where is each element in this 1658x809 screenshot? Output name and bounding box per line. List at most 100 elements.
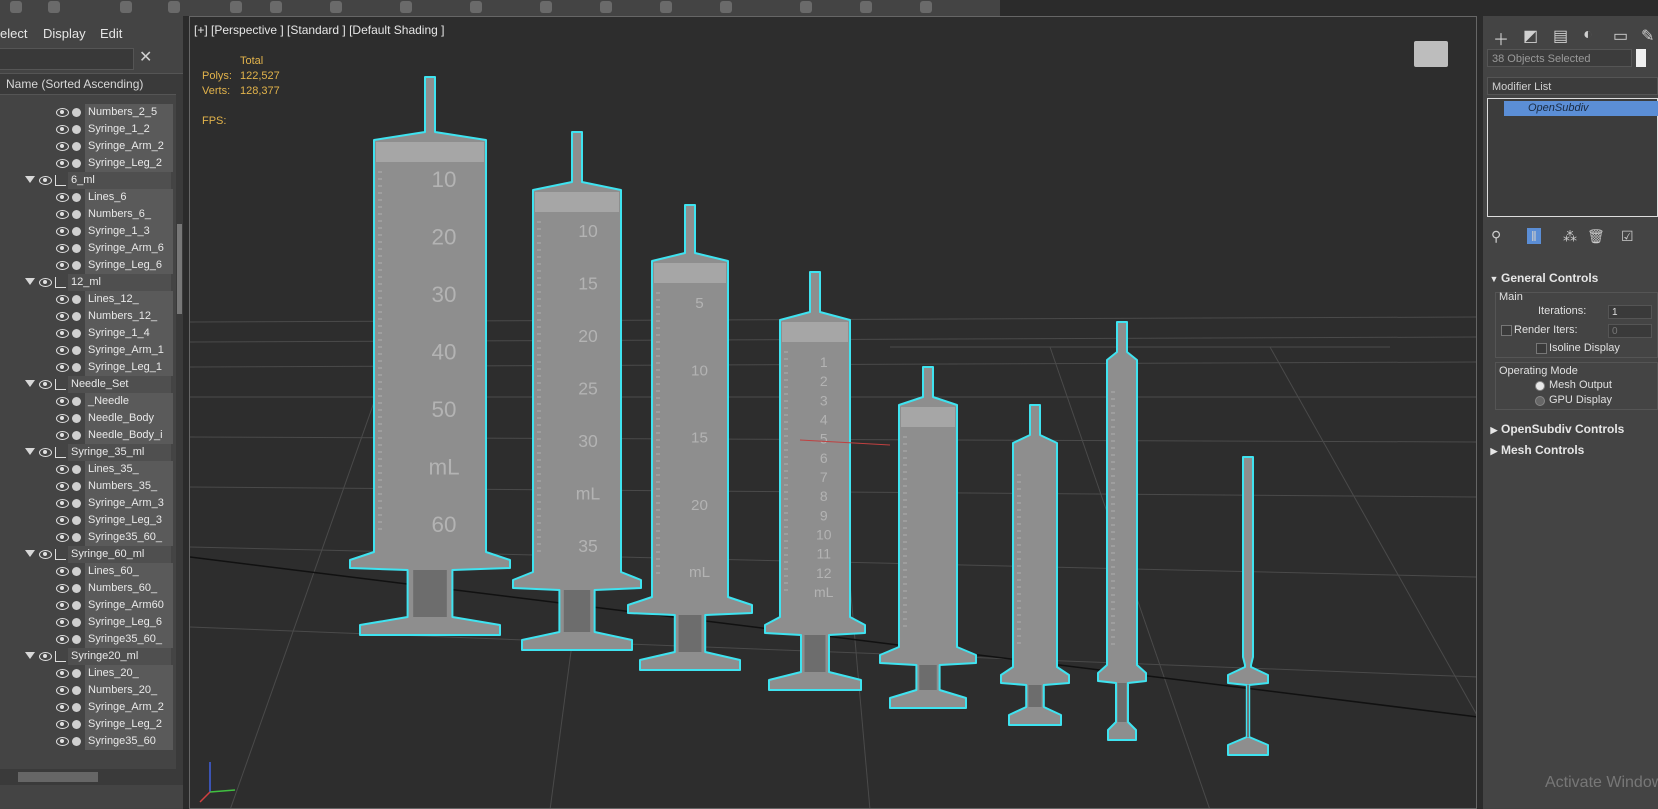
menu-display[interactable]: Display [43,26,86,41]
syringe-model[interactable] [1000,404,1070,726]
visibility-eye-icon[interactable] [56,686,69,695]
scrollbar-thumb[interactable] [177,224,182,314]
expand-triangle-icon[interactable] [25,652,35,659]
modify-tab-icon[interactable]: ◩ [1523,26,1538,46]
object-row[interactable]: Syringe_Leg_2 [0,716,176,734]
render-iters-spinner[interactable]: 0 [1608,324,1652,338]
object-row[interactable]: Needle_Body [0,410,176,428]
toolbar-icon[interactable] [400,1,412,13]
object-row[interactable]: Lines_12_ [0,291,176,309]
visibility-eye-icon[interactable] [56,414,69,423]
object-row[interactable]: Syringe35_60_ [0,529,176,547]
menu-edit[interactable]: Edit [100,26,122,41]
name-column-header[interactable]: Name (Sorted Ascending) [0,73,183,95]
motion-tab-icon[interactable]: ◐ [1583,26,1593,44]
expand-triangle-icon[interactable] [25,550,35,557]
visibility-eye-icon[interactable] [56,720,69,729]
toolbar-icon[interactable] [470,1,482,13]
visibility-eye-icon[interactable] [56,261,69,270]
object-row[interactable]: Syringe_Arm_1 [0,342,176,360]
scrollbar-thumb[interactable] [18,772,98,782]
visibility-eye-icon[interactable] [56,482,69,491]
visibility-eye-icon[interactable] [56,125,69,134]
hierarchy-tab-icon[interactable]: ▤ [1553,26,1568,46]
visibility-eye-icon[interactable] [56,516,69,525]
stack-item-opensubdiv[interactable]: OpenSubdiv [1504,101,1658,116]
object-row[interactable]: Numbers_60_ [0,580,176,598]
general-controls-rollout[interactable]: ▼ General Controls [1487,269,1658,287]
visibility-eye-icon[interactable] [56,363,69,372]
modifier-list-dropdown[interactable]: Modifier List [1487,77,1658,95]
syringe-model[interactable]: 123456789101112mL [764,271,866,691]
object-row[interactable]: Syringe_Arm60 [0,597,176,615]
gpu-display-radio[interactable] [1535,396,1545,406]
object-row[interactable]: Numbers_35_ [0,478,176,496]
object-row[interactable]: Lines_35_ [0,461,176,479]
object-row[interactable]: Syringe35_60 [0,733,176,751]
layer-row[interactable]: 6_ml [0,172,176,190]
object-row[interactable]: Numbers_2_5 [0,104,176,122]
object-row[interactable]: _Needle [0,393,176,411]
object-row[interactable]: Syringe_Leg_6 [0,614,176,632]
object-row[interactable]: Syringe_Arm_2 [0,138,176,156]
visibility-eye-icon[interactable] [56,227,69,236]
toolbar-icon[interactable] [120,1,132,13]
object-row[interactable]: Numbers_6_ [0,206,176,224]
visibility-eye-icon[interactable] [39,176,52,185]
expand-triangle-icon[interactable] [25,176,35,183]
object-row[interactable]: Syringe_Arm_2 [0,699,176,717]
visibility-eye-icon[interactable] [56,499,69,508]
explorer-horizontal-scrollbar[interactable] [0,769,183,785]
isoline-display-checkbox[interactable] [1536,343,1547,354]
viewcube-icon[interactable] [1414,41,1448,67]
layer-row[interactable]: Syringe_35_ml [0,444,176,462]
layer-row[interactable]: 12_ml [0,274,176,292]
perspective-viewport[interactable]: 10 20 30 40 50 mL 60 10 15 20 25 30 mL 35 5 10 15 20 mL 1 2 3… [189,16,1477,809]
toolbar-icon[interactable] [270,1,282,13]
toolbar-icon[interactable] [800,1,812,13]
visibility-eye-icon[interactable] [39,380,52,389]
layer-row[interactable]: Syringe_60_ml [0,546,176,564]
object-row[interactable]: Lines_60_ [0,563,176,581]
selection-name-field[interactable]: 38 Objects Selected [1487,49,1632,67]
visibility-eye-icon[interactable] [39,278,52,287]
delete-modifier-icon[interactable]: 🗑 [1587,228,1605,245]
mesh-controls-rollout[interactable]: ▶ Mesh Controls [1487,441,1658,459]
toolbar-icon[interactable] [660,1,672,13]
object-row[interactable]: Syringe35_60_ [0,631,176,649]
visibility-eye-icon[interactable] [56,465,69,474]
visibility-eye-icon[interactable] [56,108,69,117]
visibility-eye-icon[interactable] [56,397,69,406]
visibility-eye-icon[interactable] [56,703,69,712]
syringe-model[interactable] [1227,456,1269,756]
toolbar-icon[interactable] [860,1,872,13]
visibility-eye-icon[interactable] [56,193,69,202]
object-row[interactable]: Syringe_Leg_3 [0,512,176,530]
expand-triangle-icon[interactable] [25,278,35,285]
visibility-eye-icon[interactable] [56,737,69,746]
visibility-eye-icon[interactable] [56,329,69,338]
configure-sets-icon[interactable]: ☑ [1621,228,1634,245]
mesh-output-radio[interactable] [1535,381,1545,391]
expand-triangle-icon[interactable] [25,448,35,455]
toolbar-icon[interactable] [10,1,22,13]
toolbar-icon[interactable] [540,1,552,13]
toolbar-icon[interactable] [48,1,60,13]
pin-stack-icon[interactable]: ⚲ [1491,228,1501,245]
syringe-model[interactable]: 10 15 20 25 30 mL 35 [512,131,642,651]
render-iters-checkbox[interactable] [1501,325,1512,336]
object-row[interactable]: Syringe_Leg_2 [0,155,176,173]
utilities-tab-icon[interactable]: ✎ [1641,26,1654,46]
clear-search-icon[interactable]: ✕ [139,47,152,67]
toolbar-icon[interactable] [720,1,732,13]
visibility-eye-icon[interactable] [56,669,69,678]
visibility-eye-icon[interactable] [39,550,52,559]
visibility-eye-icon[interactable] [56,312,69,321]
object-row[interactable]: Syringe_1_3 [0,223,176,241]
object-row[interactable]: Lines_6 [0,189,176,207]
visibility-eye-icon[interactable] [56,635,69,644]
make-unique-icon[interactable]: ⁂ [1563,228,1577,245]
syringe-model[interactable]: 5 10 15 20 mL [627,204,753,671]
visibility-eye-icon[interactable] [56,533,69,542]
object-row[interactable]: Lines_20_ [0,665,176,683]
